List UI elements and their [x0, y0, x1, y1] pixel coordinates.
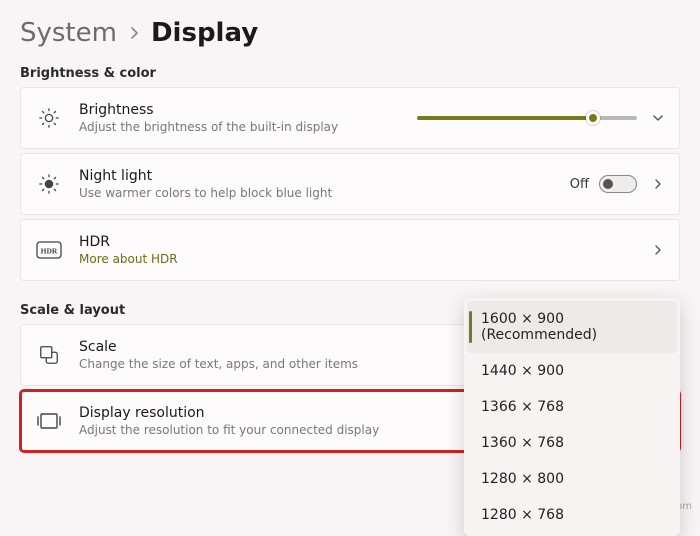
breadcrumb-current: Display [151, 18, 258, 48]
chevron-right-icon[interactable] [651, 177, 665, 191]
brightness-slider[interactable] [417, 109, 637, 127]
night-light-row[interactable]: Night light Use warmer colors to help bl… [20, 153, 680, 215]
breadcrumb-parent[interactable]: System [20, 18, 117, 48]
svg-text:HDR: HDR [41, 247, 58, 256]
hdr-more-link[interactable]: More about HDR [79, 252, 635, 266]
night-light-toggle[interactable]: Off [570, 175, 637, 193]
resolution-option[interactable]: 1280 × 800 [467, 461, 677, 497]
breadcrumb: System Display [0, 0, 700, 58]
chevron-right-icon [129, 26, 139, 40]
resolution-option[interactable]: 1360 × 768 [467, 425, 677, 461]
resolution-icon [35, 411, 63, 431]
resolution-option[interactable]: 1366 × 768 [467, 389, 677, 425]
resolution-option[interactable]: 1280 × 768 [467, 497, 677, 533]
night-light-toggle-label: Off [570, 177, 589, 192]
sun-icon [35, 107, 63, 129]
hdr-icon: HDR [35, 241, 63, 259]
chevron-right-icon[interactable] [651, 243, 665, 257]
brightness-row[interactable]: Brightness Adjust the brightness of the … [20, 87, 680, 149]
brightness-title: Brightness [79, 102, 401, 118]
section-title-brightness-color: Brightness & color [0, 58, 700, 87]
brightness-subtitle: Adjust the brightness of the built-in di… [79, 120, 401, 134]
hdr-title: HDR [79, 234, 635, 250]
resolution-option[interactable]: 1440 × 900 [467, 353, 677, 389]
resolution-option[interactable]: 1600 × 900 (Recommended) [467, 301, 677, 353]
night-light-title: Night light [79, 168, 554, 184]
hdr-row[interactable]: HDR HDR More about HDR [20, 219, 680, 281]
night-light-subtitle: Use warmer colors to help block blue lig… [79, 186, 554, 200]
moon-icon [35, 173, 63, 195]
chevron-down-icon[interactable] [651, 111, 665, 125]
scale-icon [35, 344, 63, 366]
resolution-dropdown: 1600 × 900 (Recommended)1440 × 9001366 ×… [464, 298, 680, 536]
